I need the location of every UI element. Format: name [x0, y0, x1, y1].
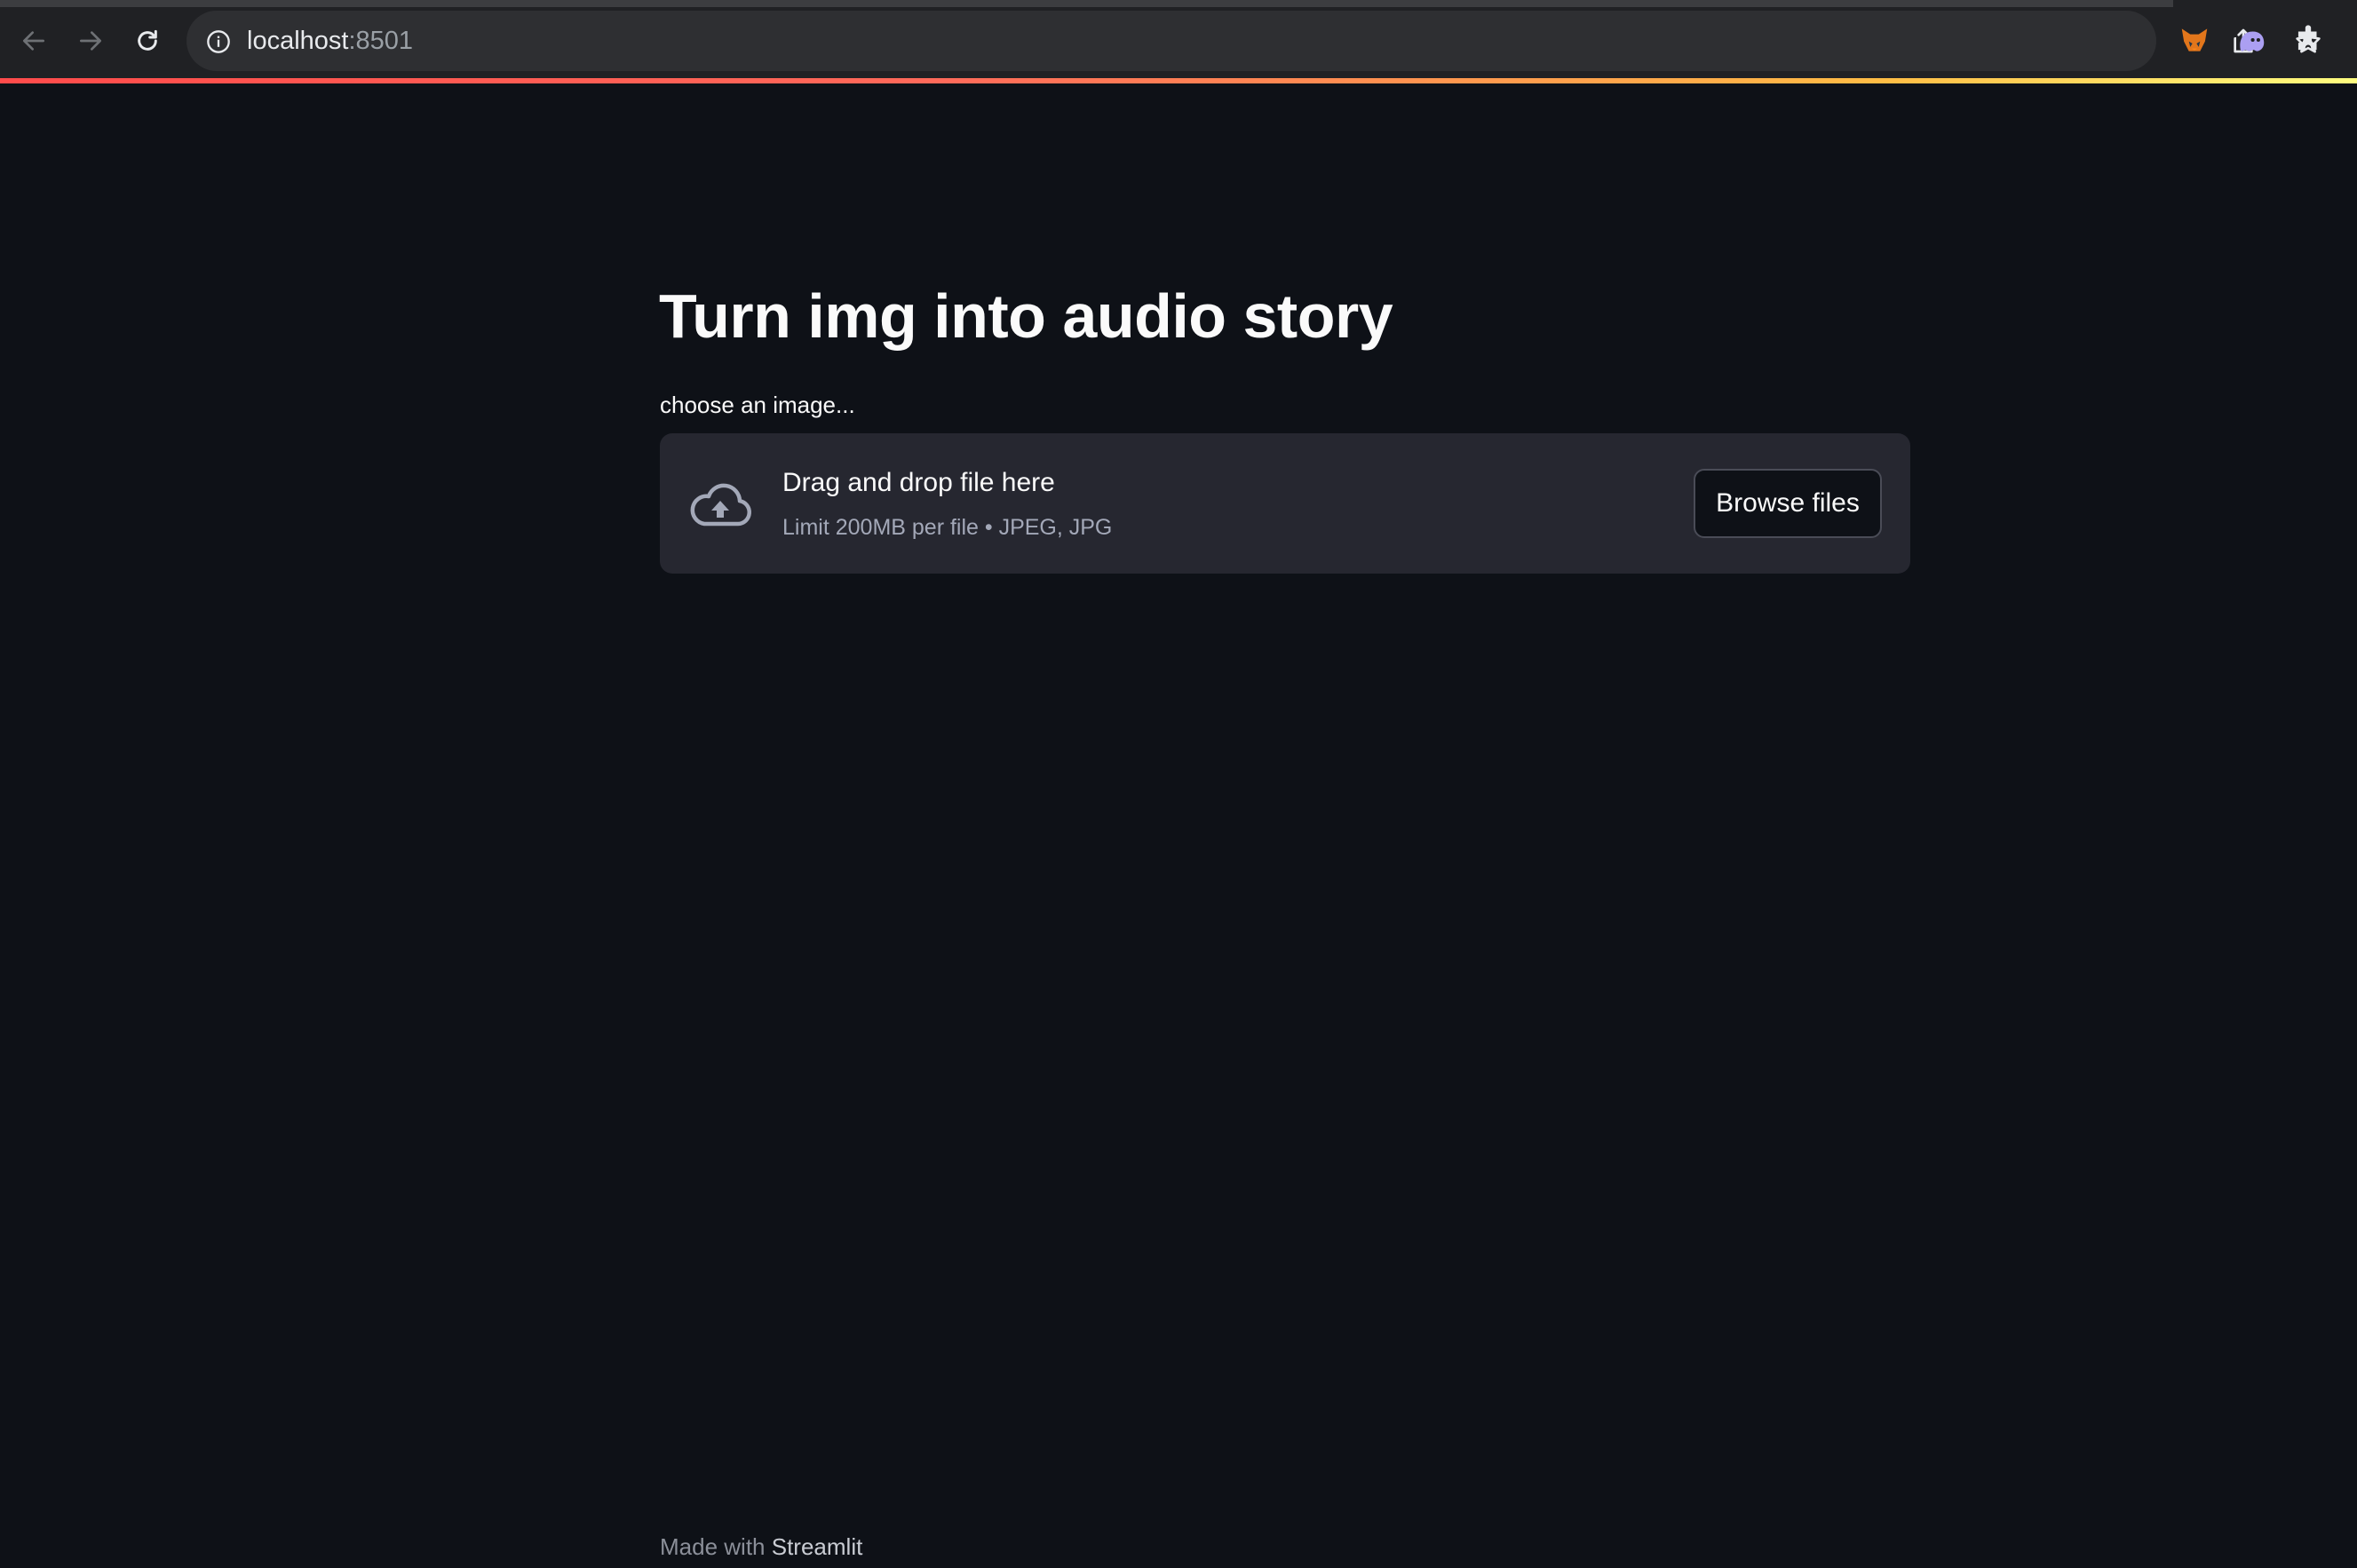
ghost-extension-icon[interactable] — [2234, 23, 2268, 57]
url-host: localhost — [247, 27, 349, 55]
reload-icon[interactable] — [126, 20, 169, 62]
puzzle-extensions-icon[interactable] — [2291, 23, 2325, 57]
browse-files-button[interactable]: Browse files — [1694, 469, 1882, 538]
browser-toolbar: localhost:8501 — [0, 0, 2357, 78]
dropzone-limit-text: Limit 200MB per file • JPEG, JPG — [782, 515, 1113, 540]
streamlit-link[interactable]: Streamlit — [772, 1533, 863, 1560]
dropzone-instructions: Drag and drop file here — [782, 468, 1055, 497]
cloud-upload-icon — [690, 483, 751, 527]
tab-strip — [0, 0, 2173, 7]
info-icon[interactable] — [206, 29, 231, 54]
file-dropzone[interactable]: Drag and drop file here Limit 200MB per … — [660, 433, 1910, 574]
address-bar[interactable]: localhost:8501 — [186, 11, 2321, 71]
back-arrow-icon[interactable] — [12, 20, 55, 62]
file-uploader-label: choose an image... — [660, 392, 855, 418]
page-title: Turn img into audio story — [659, 281, 1393, 351]
url-port: :8501 — [348, 27, 414, 55]
forward-arrow-icon[interactable] — [69, 20, 112, 62]
fox-extension-icon[interactable] — [2178, 23, 2211, 57]
app-decoration-bar — [0, 78, 2357, 83]
footer: Made with Streamlit — [660, 1531, 862, 1563]
footer-made-with: Made with — [660, 1533, 772, 1560]
url-text[interactable]: localhost:8501 — [247, 25, 413, 57]
